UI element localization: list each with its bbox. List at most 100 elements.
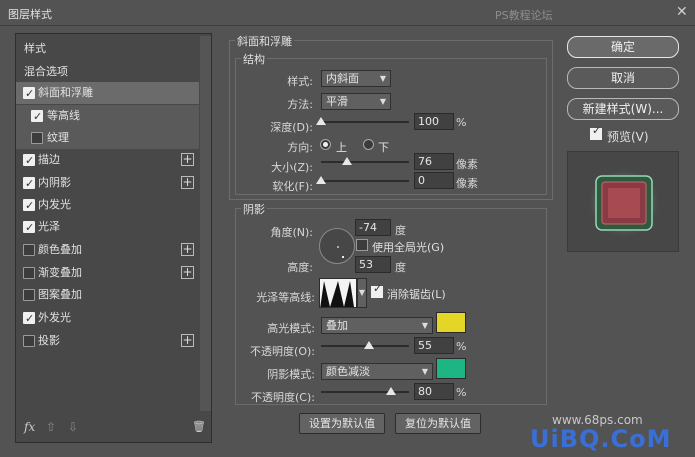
global-light-checkbox[interactable]: [356, 239, 368, 251]
shading-title: 阴影: [241, 201, 267, 217]
direction-down-radio[interactable]: [363, 139, 374, 150]
highlight-mode-label: 高光模式:: [267, 322, 315, 335]
cancel-button[interactable]: 取消: [567, 67, 679, 89]
style-list-item[interactable]: 投影 +: [16, 330, 199, 352]
add-icon[interactable]: +: [181, 176, 194, 189]
style-select[interactable]: 内斜面 ▼: [321, 70, 391, 87]
style-list-item[interactable]: 等高线: [16, 105, 199, 128]
depth-slider-track[interactable]: [321, 121, 409, 123]
bevel-title: 斜面和浮雕: [235, 33, 294, 49]
shadow-color-swatch[interactable]: [436, 358, 466, 379]
structure-title: 结构: [241, 51, 267, 67]
style-preview: [567, 151, 679, 252]
move-up-icon[interactable]: ⇧: [46, 420, 56, 434]
angle-dial[interactable]: [319, 228, 355, 264]
style-list-label: 图案叠加: [38, 288, 82, 301]
style-checkbox[interactable]: [23, 173, 35, 195]
direction-down-label: 下: [378, 141, 389, 154]
add-icon[interactable]: +: [181, 243, 194, 256]
highlight-mode-select[interactable]: 叠加 ▼: [321, 317, 433, 334]
highlight-opacity-thumb[interactable]: [364, 341, 375, 349]
style-checkbox[interactable]: [31, 106, 43, 128]
styles-list-scrollbar[interactable]: [200, 36, 211, 411]
soften-slider-track[interactable]: [321, 180, 409, 182]
chevron-down-icon: ▼: [379, 97, 386, 106]
style-list-item[interactable]: 内发光: [16, 194, 199, 217]
size-slider-track[interactable]: [321, 161, 409, 163]
style-list-label: 投影: [38, 334, 60, 347]
style-list-item[interactable]: 图案叠加: [16, 284, 199, 306]
shadow-opacity-input[interactable]: 80: [414, 383, 454, 400]
depth-slider-thumb[interactable]: [316, 117, 326, 125]
depth-label: 深度(D):: [270, 121, 313, 134]
add-icon[interactable]: +: [181, 266, 194, 279]
gloss-contour-dropdown[interactable]: ▼: [357, 278, 367, 308]
soften-input[interactable]: 0: [414, 172, 454, 189]
anti-alias-checkbox[interactable]: [371, 282, 383, 298]
style-checkbox[interactable]: [23, 195, 35, 217]
style-checkbox[interactable]: [23, 244, 35, 256]
style-list-item[interactable]: 光泽: [16, 216, 199, 239]
direction-label: 方向:: [287, 141, 313, 154]
style-checkbox[interactable]: [23, 217, 35, 239]
add-icon[interactable]: +: [181, 153, 194, 166]
shadow-mode-label: 阴影模式:: [267, 368, 315, 381]
style-checkbox[interactable]: [23, 308, 35, 330]
soften-label: 软化(F):: [272, 180, 313, 193]
fx-icon[interactable]: fx: [24, 420, 35, 434]
style-list-item[interactable]: 混合选项: [16, 61, 199, 83]
style-list-item[interactable]: 样式: [16, 38, 199, 60]
trash-icon[interactable]: 🗑: [192, 420, 206, 433]
direction-up-radio[interactable]: [320, 139, 331, 150]
ok-button[interactable]: 确定: [567, 36, 679, 58]
style-checkbox[interactable]: [23, 335, 35, 347]
angle-input[interactable]: -74: [355, 219, 391, 236]
highlight-opacity-input[interactable]: 55: [414, 337, 454, 354]
depth-input[interactable]: 100: [414, 113, 454, 130]
move-down-icon[interactable]: ⇩: [68, 420, 78, 434]
direction-up-label: 上: [336, 141, 347, 154]
size-slider-thumb[interactable]: [342, 157, 353, 165]
add-icon[interactable]: +: [181, 334, 194, 347]
style-list-label: 颜色叠加: [38, 243, 82, 256]
style-checkbox[interactable]: [23, 150, 35, 172]
highlight-opacity-unit: %: [456, 340, 467, 353]
angle-label: 角度(N):: [270, 226, 313, 239]
altitude-input[interactable]: 53: [355, 256, 391, 273]
style-list-label: 等高线: [47, 109, 80, 122]
style-list-item[interactable]: 外发光: [16, 307, 199, 330]
gloss-contour-curve[interactable]: [319, 278, 357, 308]
watermark-brand: PS教程论坛: [495, 9, 553, 22]
style-list-label: 内阴影: [38, 176, 71, 189]
styles-list-footer: fx ⇧ ⇩ 🗑: [16, 414, 211, 442]
close-icon[interactable]: ✕: [676, 4, 688, 20]
style-list-item[interactable]: 颜色叠加 +: [16, 239, 199, 261]
chevron-down-icon: ▼: [421, 367, 428, 376]
gloss-contour-graph: [320, 281, 354, 307]
style-checkbox[interactable]: [23, 83, 35, 105]
soften-slider-thumb[interactable]: [316, 176, 326, 184]
new-style-button[interactable]: 新建样式(W)...: [567, 98, 679, 120]
style-list-item[interactable]: 渐变叠加 +: [16, 262, 199, 284]
style-list-item[interactable]: 斜面和浮雕: [16, 82, 199, 105]
highlight-color-swatch[interactable]: [436, 312, 466, 333]
window-title: 图层样式: [8, 8, 52, 21]
style-list-item[interactable]: 内阴影 +: [16, 172, 199, 195]
style-checkbox[interactable]: [31, 132, 43, 144]
styles-list-panel: 样式混合选项斜面和浮雕等高线纹理描边 + 内阴影 + 内发光光泽颜色叠加 + 渐变叠加 + 图案…: [15, 33, 212, 443]
size-input[interactable]: 76: [414, 153, 454, 170]
style-checkbox[interactable]: [23, 289, 35, 301]
reset-default-button[interactable]: 复位为默认值: [395, 413, 481, 434]
shadow-mode-select[interactable]: 颜色减淡 ▼: [321, 363, 433, 380]
size-label: 大小(Z):: [271, 161, 313, 174]
style-list-label: 光泽: [38, 220, 60, 233]
technique-select[interactable]: 平滑 ▼: [321, 93, 391, 110]
style-list-item[interactable]: 描边 +: [16, 149, 199, 172]
preview-checkbox[interactable]: [590, 124, 602, 140]
style-list-item[interactable]: 纹理: [16, 127, 199, 149]
technique-label: 方法:: [287, 98, 313, 111]
style-checkbox[interactable]: [23, 267, 35, 279]
style-list-label: 描边: [38, 153, 60, 166]
shadow-opacity-thumb[interactable]: [386, 387, 397, 395]
set-default-button[interactable]: 设置为默认值: [299, 413, 385, 434]
